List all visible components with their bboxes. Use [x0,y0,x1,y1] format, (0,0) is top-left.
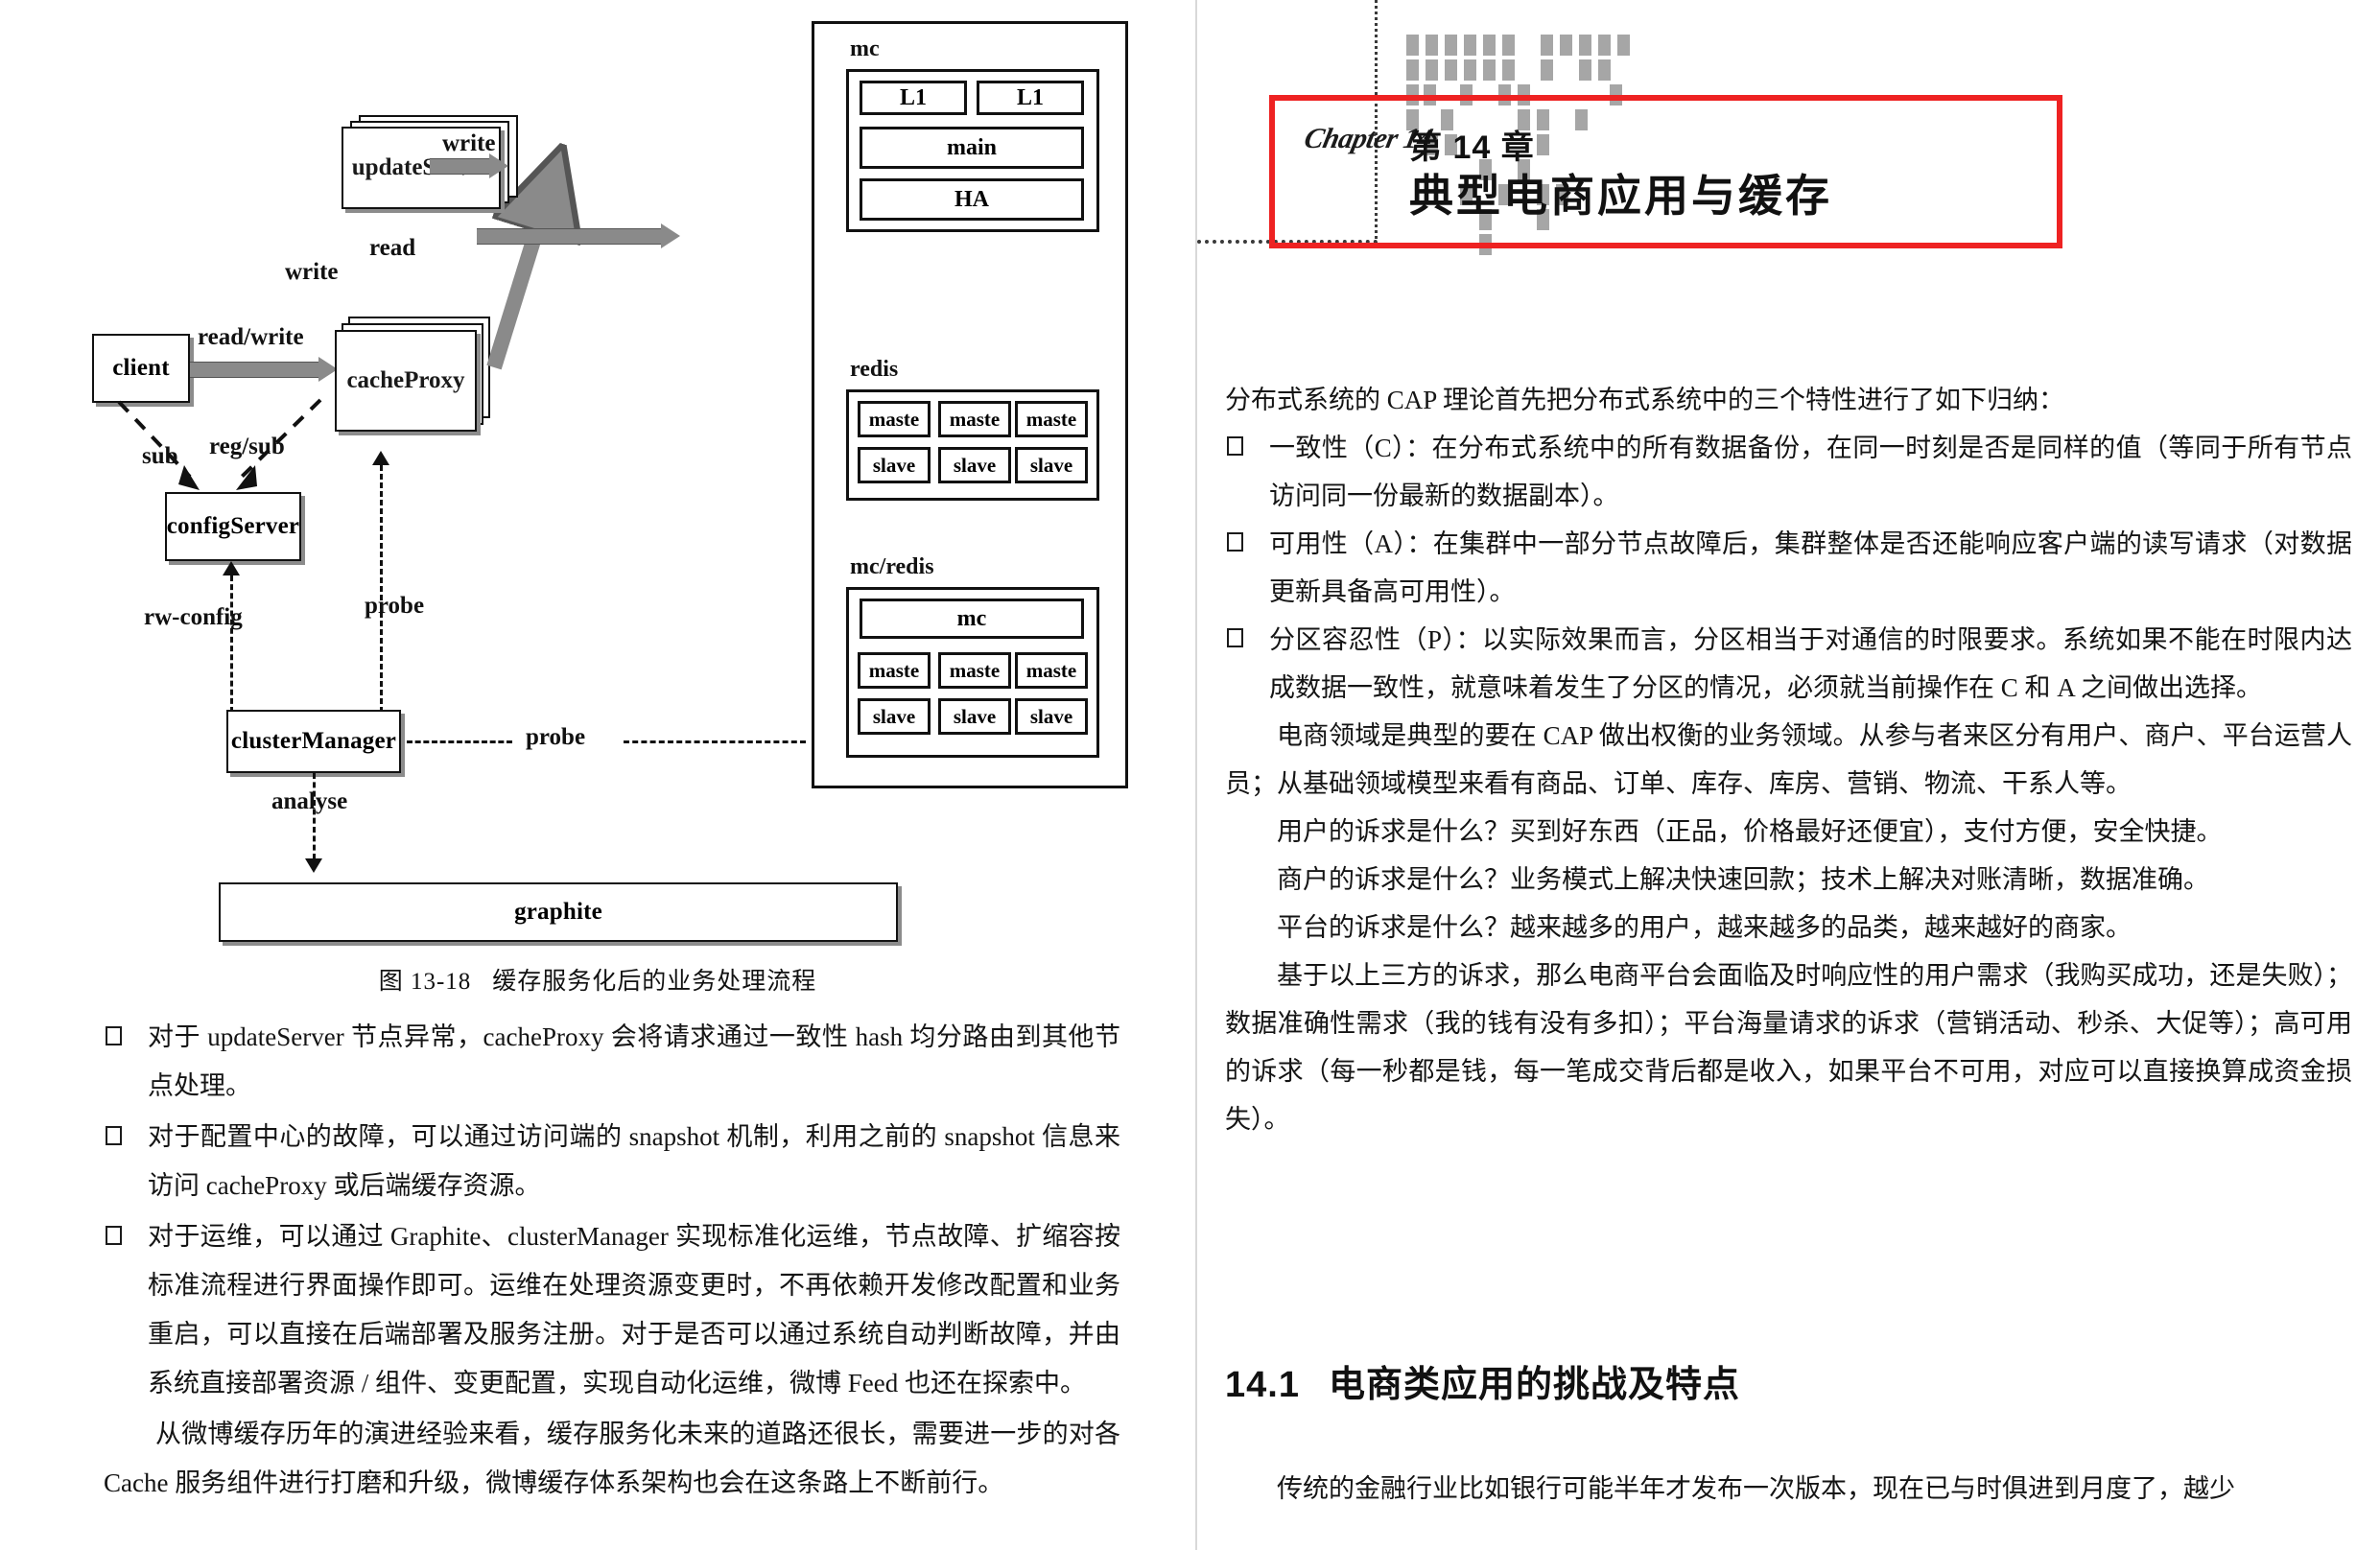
list-item-text: 分区容忍性（P）：以实际效果而言，分区相当于对通信的时限要求。系统如果不能在时限… [1269,625,2352,702]
edge-probe-backend-label: probe [526,724,586,750]
backend-cell-mcredis-slave-3: slave [1015,698,1088,735]
backend-cell-mcredis-slave-2: slave [938,698,1011,735]
list-item-text: 对于 updateServer 节点异常，cacheProxy 会将请求通过一致… [148,1022,1120,1100]
left-page: client read/write cacheProxy write updat… [0,0,1195,1550]
backend-group-title-redis: redis [850,357,899,382]
left-closing-paragraph: 从微博缓存历年的演进经验来看，缓存服务化未来的道路还很长，需要进一步的对各 Ca… [104,1420,1120,1497]
paragraph-ecommerce-cap: 电商领域是典型的要在 CAP 做出权衡的业务领域。从参与者来区分有用户、商户、平… [1225,721,2352,798]
edge-rw-config-line [230,575,233,713]
node-cluster-manager: clusterManager [226,710,401,773]
edge-read-write-label: read/write [198,324,304,350]
left-page-body: 对于 updateServer 节点异常，cacheProxy 会将请求通过一致… [104,1013,1120,1508]
edge-probe-proxy-label: probe [365,593,425,619]
list-item: 一致性（C）：在分布式系统中的所有数据备份，在同一时刻是否是同样的值（等同于所有… [1225,424,2352,520]
list-item: 对于 updateServer 节点异常，cacheProxy 会将请求通过一致… [104,1013,1120,1111]
edge-rw-config-label: rw-config [144,604,243,630]
node-graphite: graphite [219,882,898,942]
list-item-text: 一致性（C）：在分布式系统中的所有数据备份，在同一时刻是否是同样的值（等同于所有… [1269,434,2352,510]
edge-analyse-label: analyse [271,788,348,814]
figure-caption: 图 13-18 缓存服务化后的业务处理流程 [0,962,1195,997]
figure-13-18-diagram: client read/write cacheProxy write updat… [0,0,1195,959]
backend-cell-mcredis-master-3: maste [1015,652,1088,689]
right-page-body: 分布式系统的 CAP 理论首先把分布式系统中的三个特性进行了如下归纳： 一致性（… [1225,376,2352,1143]
edge-rw-config-arrowhead [223,561,240,575]
bullet-square-icon [1227,532,1243,552]
node-config-server: configServer [165,492,301,561]
paragraph-three-party-summary: 基于以上三方的诉求，那么电商平台会面临及时响应性的用户需求（我购买成功，还是失败… [1225,961,2352,1134]
chapter-title: 典型电商应用与缓存 [1409,171,1832,221]
edge-write-to-updateserver-label: write [285,259,339,285]
list-item-text: 可用性（A）：在集群中一部分节点故障后，集群整体是否还能响应客户端的读写请求（对… [1269,529,2352,606]
bullet-square-icon [106,1126,122,1145]
backend-cell-mcredis-master-2: maste [938,652,1011,689]
backend-cell-mcredis-mc: mc [860,599,1084,639]
edge-analyse-arrowhead [305,858,322,873]
backend-cell-redis-slave-3: slave [1015,447,1088,483]
list-item: 对于配置中心的故障，可以通过访问端的 snapshot 机制，利用之前的 sna… [104,1113,1120,1210]
cap-intro-paragraph: 分布式系统的 CAP 理论首先把分布式系统中的三个特性进行了如下归纳： [1225,386,2065,414]
edge-reg-sub-label: reg/sub [209,434,285,459]
list-item-text: 对于配置中心的故障，可以通过访问端的 snapshot 机制，利用之前的 sna… [148,1122,1120,1200]
backend-cell-redis-master-3: maste [1015,401,1088,437]
bullet-square-icon [106,1226,122,1245]
edge-write-to-mc-label: write [442,130,496,156]
backend-cell-redis-slave-1: slave [858,447,931,483]
bullet-square-icon [106,1026,122,1045]
backend-cell-mcredis-master-1: maste [858,652,931,689]
edge-read-write-arrow [190,357,343,382]
edge-probe-proxy-arrowhead [372,451,389,465]
backend-cell-mc-main: main [860,127,1084,169]
book-page-spread: client read/write cacheProxy write updat… [0,0,2380,1550]
node-client: client [92,334,190,403]
left-bullet-list: 对于 updateServer 节点异常，cacheProxy 会将请求通过一致… [104,1013,1120,1408]
figure-caption-label: 图 13-18 [378,969,472,995]
edge-read-arrow [477,223,707,248]
paragraph-merchant-demand: 商户的诉求是什么？业务模式上解决快速回款；技术上解决对账清晰，数据准确。 [1277,865,2209,894]
backend-cell-mc-l1-a: L1 [860,81,967,115]
figure-caption-text: 缓存服务化后的业务处理流程 [492,969,817,995]
right-page: Chapter 14 第 14 章 典型电商应用与缓存 分布式系统的 CAP 理… [1197,0,2380,1550]
node-cluster-manager-label: clusterManager [230,728,397,754]
section-title: 电商类应用的挑战及特点 [1328,1365,1740,1405]
backend-cell-redis-master-2: maste [938,401,1011,437]
node-config-server-label: configServer [166,513,300,539]
section-opening-paragraph: 传统的金融行业比如银行可能半年才发布一次版本，现在已与时俱进到月度了，越少 [1277,1474,2235,1503]
edge-read-label: read [369,235,416,261]
edge-sub-label: sub [142,443,178,469]
backend-cell-mc-l1-b: L1 [977,81,1084,115]
section-number: 14.1 [1225,1365,1300,1405]
bullet-square-icon [1227,436,1243,456]
edge-probe-backend-line-left [407,740,512,743]
bullet-square-icon [1227,628,1243,647]
paragraph-platform-demand: 平台的诉求是什么？越来越多的用户，越来越多的品类，越来越好的商家。 [1277,913,2132,942]
section-heading-14-1: 14.1 电商类应用的挑战及特点 [1225,1354,1740,1407]
node-graphite-label: graphite [514,899,602,925]
backend-group-title-mc: mc [850,36,880,61]
node-client-label: client [112,355,170,381]
list-item: 可用性（A）：在集群中一部分节点故障后，集群整体是否还能响应客户端的读写请求（对… [1225,520,2352,616]
paragraph-user-demand: 用户的诉求是什么？买到好东西（正品，价格最好还便宜），支付方便，安全快捷。 [1277,817,2223,846]
edge-analyse-line [313,773,316,859]
list-item: 分区容忍性（P）：以实际效果而言，分区相当于对通信的时限要求。系统如果不能在时限… [1225,616,2352,712]
node-cache-proxy: cacheProxy [335,317,496,439]
edge-probe-proxy-line [380,465,383,713]
backend-cell-mcredis-slave-1: slave [858,698,931,735]
backend-cell-redis-master-1: maste [858,401,931,437]
list-item: 对于运维，可以通过 Graphite、clusterManager 实现标准化运… [104,1212,1120,1408]
edge-probe-backend-line-right [624,740,806,743]
backend-cell-redis-slave-2: slave [938,447,1011,483]
backend-cell-mc-ha: HA [860,178,1084,221]
backend-group-title-mc-redis: mc/redis [850,554,934,579]
list-item-text: 对于运维，可以通过 Graphite、clusterManager 实现标准化运… [148,1222,1120,1397]
page-divider [1195,0,1197,1550]
node-cache-proxy-label: cacheProxy [346,367,465,393]
